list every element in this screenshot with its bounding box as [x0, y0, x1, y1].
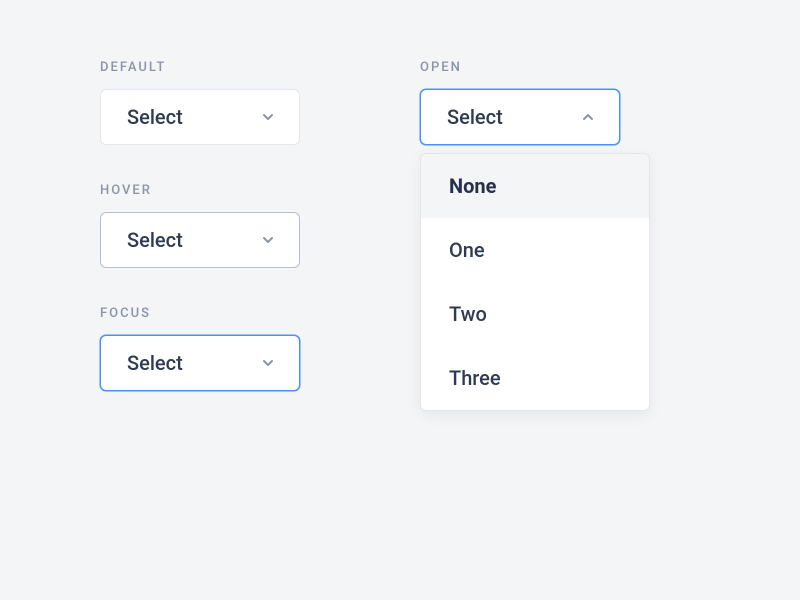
state-open: OPEN Select None One Two Three: [420, 60, 620, 145]
state-focus: FOCUS Select: [100, 306, 300, 391]
select-value: Select: [127, 351, 183, 375]
dropdown-option[interactable]: Three: [421, 346, 649, 410]
dropdown-option[interactable]: Two: [421, 282, 649, 346]
select-hover[interactable]: Select: [100, 212, 300, 268]
chevron-up-icon: [579, 108, 597, 126]
chevron-down-icon: [259, 231, 277, 249]
state-hover: HOVER Select: [100, 183, 300, 268]
select-open[interactable]: Select: [420, 89, 620, 145]
select-default[interactable]: Select: [100, 89, 300, 145]
select-focus[interactable]: Select: [100, 335, 300, 391]
state-default: DEFAULT Select: [100, 60, 300, 145]
state-label-default: DEFAULT: [100, 60, 300, 75]
state-label-focus: FOCUS: [100, 306, 300, 321]
select-value: Select: [447, 105, 503, 129]
dropdown-option[interactable]: None: [421, 154, 649, 218]
dropdown-option[interactable]: One: [421, 218, 649, 282]
chevron-down-icon: [259, 108, 277, 126]
left-column: DEFAULT Select HOVER Select FOCUS Select: [100, 60, 300, 429]
right-column: OPEN Select None One Two Three: [420, 60, 620, 429]
chevron-down-icon: [259, 354, 277, 372]
select-value: Select: [127, 228, 183, 252]
select-value: Select: [127, 105, 183, 129]
dropdown-menu: None One Two Three: [420, 153, 650, 411]
state-label-open: OPEN: [420, 60, 620, 75]
state-label-hover: HOVER: [100, 183, 300, 198]
